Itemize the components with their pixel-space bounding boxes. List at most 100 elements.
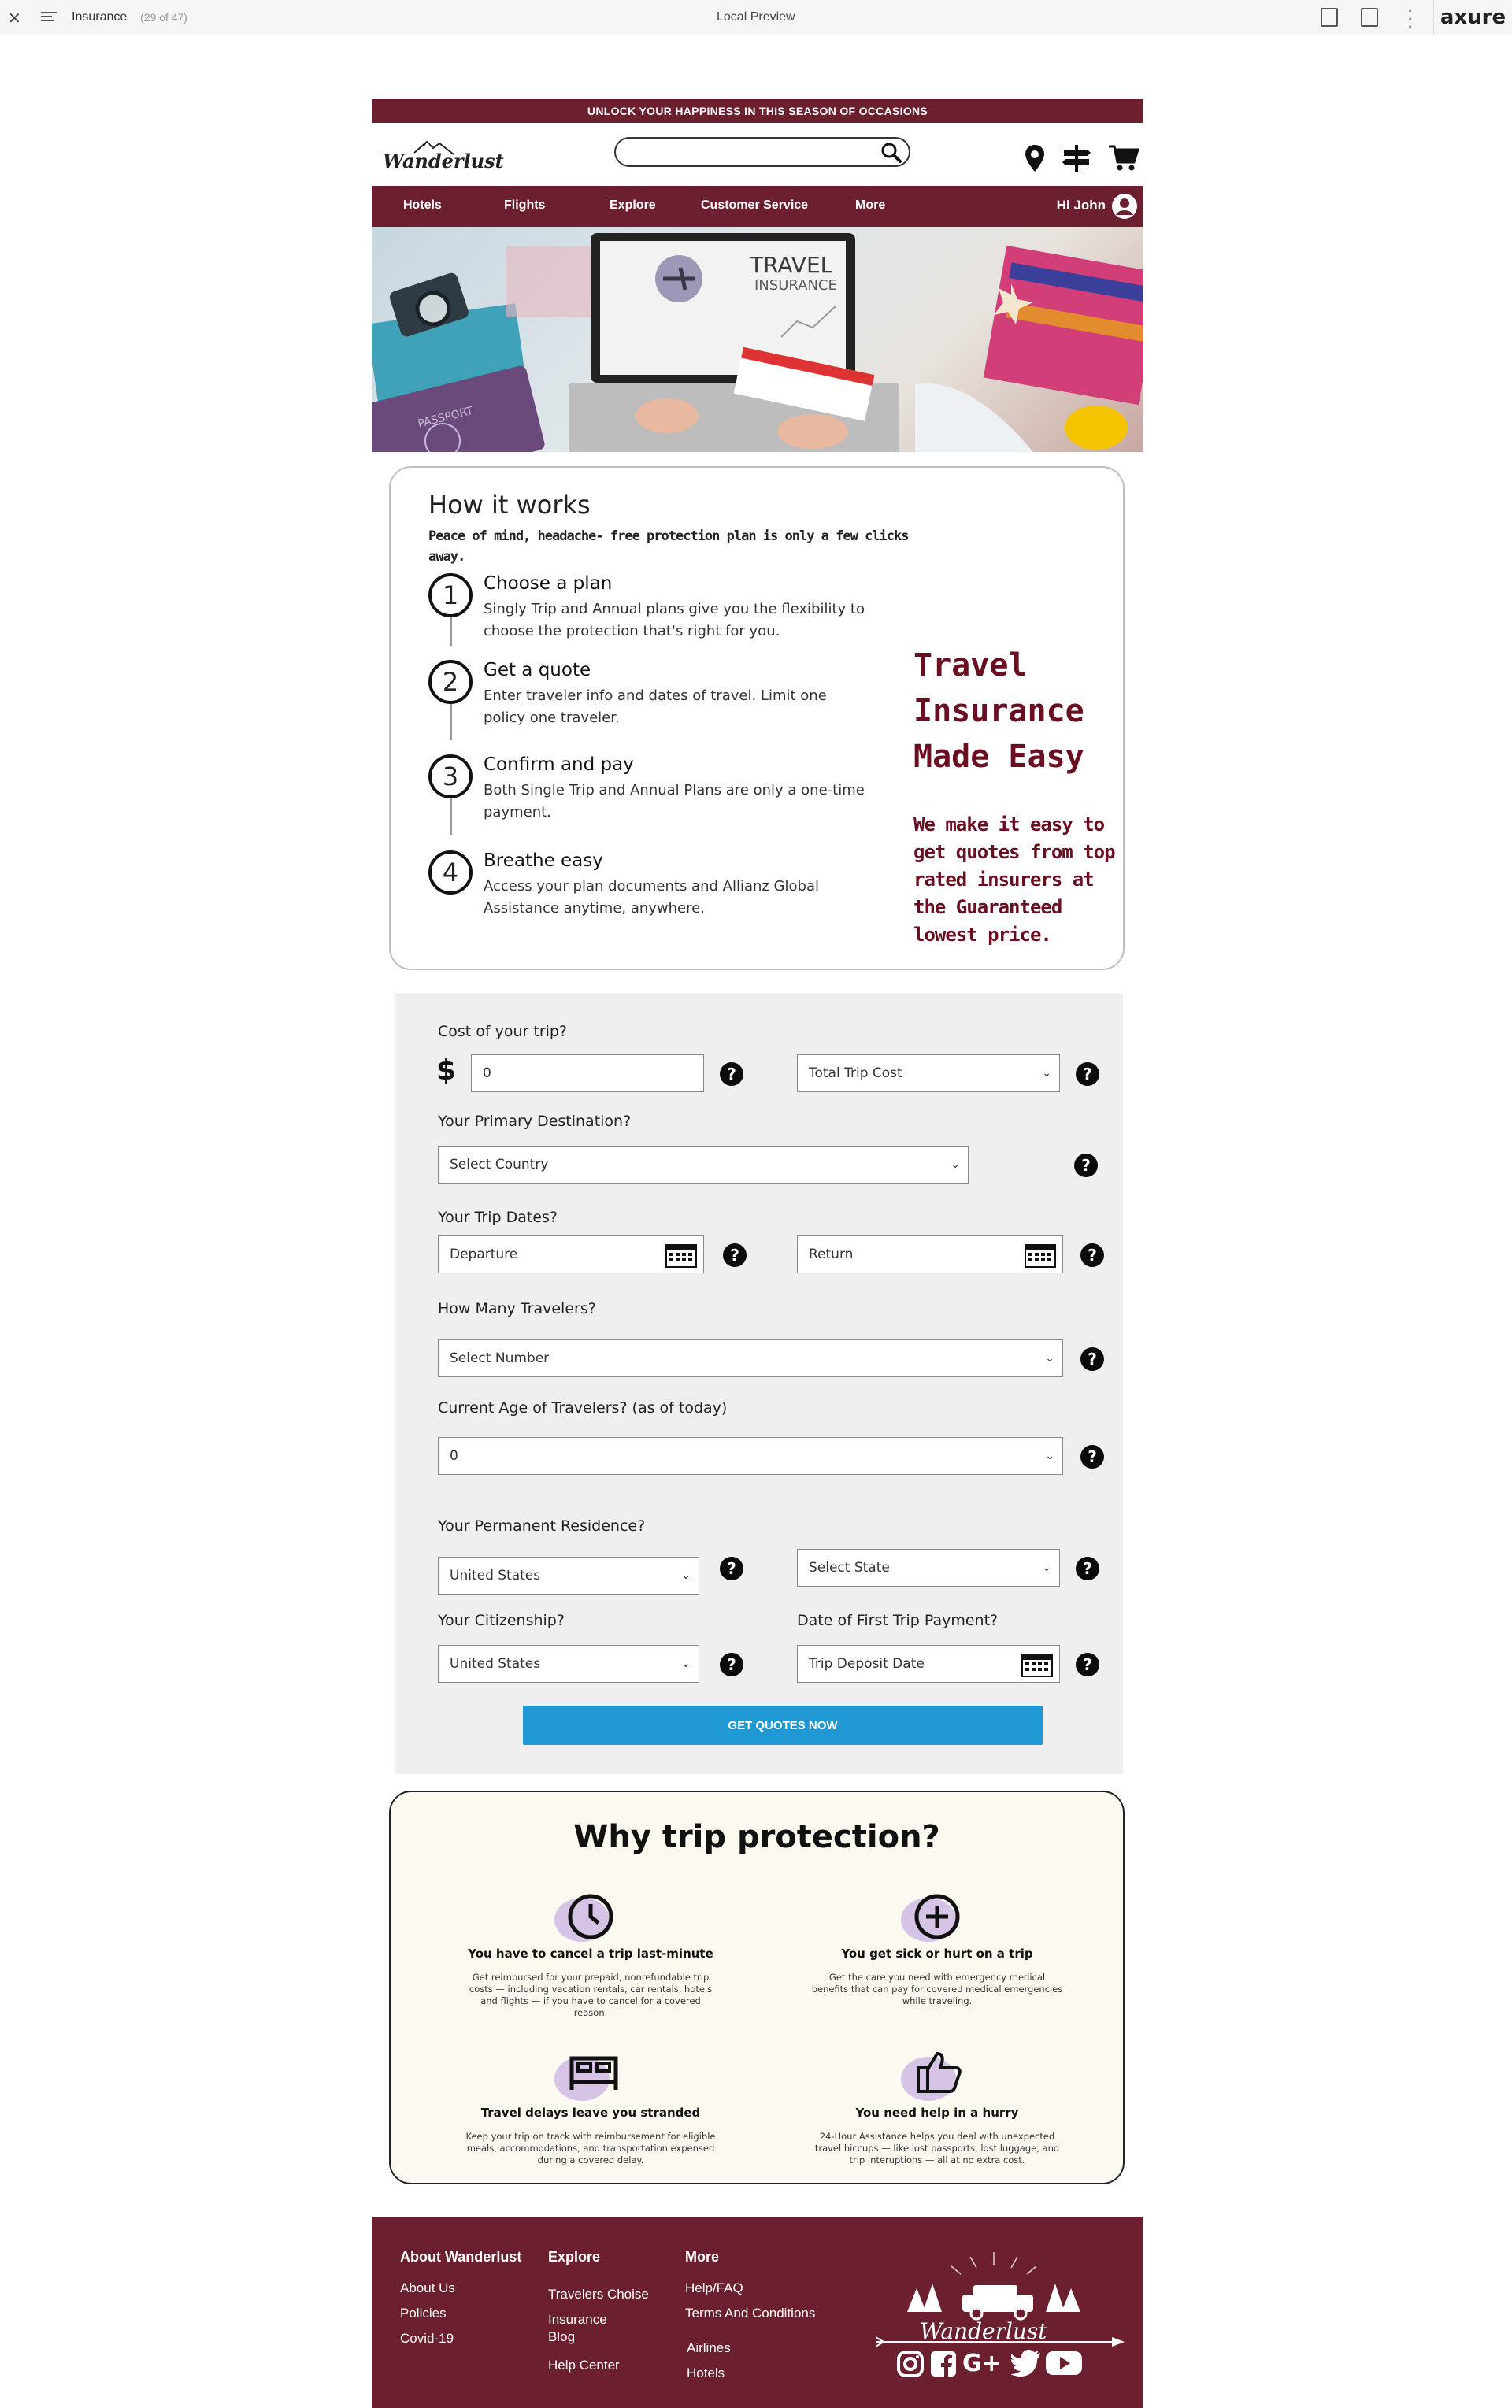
car-trees-logo-icon: Wanderlust: [875, 2252, 1125, 2347]
user-greeting[interactable]: Hi John: [1057, 198, 1106, 213]
website: UNLOCK YOUR HAPPINESS IN THIS SEASON OF …: [372, 99, 1143, 2408]
quote-form: Cost of your trip? $ 0 ? Total Trip Cost…: [395, 993, 1123, 1774]
feature-title: You get sick or hurt on a trip: [841, 1947, 1033, 1961]
footer-explore-title: Explore: [548, 2249, 601, 2265]
nav-customer-service[interactable]: Customer Service: [701, 198, 808, 213]
departure-date-input[interactable]: Departure: [438, 1235, 704, 1273]
get-quotes-button[interactable]: GET QUOTES NOW: [523, 1706, 1043, 1745]
help-icon[interactable]: ?: [1074, 1154, 1098, 1177]
state-value: Select State: [809, 1560, 890, 1576]
user-avatar-icon[interactable]: [1112, 194, 1137, 219]
travel-insurance-illustration: PASSPORT TRAVEL INSURANCE: [372, 233, 1143, 452]
help-icon[interactable]: ?: [1076, 1557, 1099, 1580]
hero-subheading: INSURANCE: [754, 277, 837, 294]
calendar-icon[interactable]: [665, 1243, 697, 1268]
bed-icon: [551, 2046, 630, 2101]
residence-select[interactable]: United States ⌄: [438, 1557, 699, 1595]
calendar-icon[interactable]: [1021, 1652, 1053, 1677]
help-icon[interactable]: ?: [720, 1062, 743, 1086]
search-icon[interactable]: [880, 142, 902, 164]
site-header: Wanderlust: [372, 123, 1143, 186]
dates-label: Your Trip Dates?: [438, 1209, 558, 1226]
cost-type-select[interactable]: Total Trip Cost ⌄: [797, 1054, 1060, 1092]
footer-link-about-us[interactable]: About Us: [400, 2280, 455, 2296]
help-icon[interactable]: ?: [720, 1653, 743, 1676]
facebook-icon[interactable]: [929, 2350, 958, 2382]
menu-icon[interactable]: [41, 9, 57, 25]
feature-help: You need help in a hurry 24-Hour Assista…: [788, 2046, 1087, 2166]
help-icon[interactable]: ?: [1080, 1243, 1104, 1267]
feature-desc: Keep your trip on track with reimburseme…: [465, 2131, 716, 2165]
cost-input[interactable]: 0: [471, 1054, 704, 1092]
twitter-icon[interactable]: [1010, 2350, 1041, 2380]
age-select[interactable]: 0 ⌄: [438, 1437, 1063, 1475]
destination-select[interactable]: Select Country ⌄: [438, 1146, 969, 1184]
footer-link-terms[interactable]: Terms And Conditions: [685, 2306, 815, 2321]
footer-brand-name: Wanderlust: [920, 2318, 1047, 2344]
payment-date-input[interactable]: Trip Deposit Date: [797, 1645, 1060, 1683]
state-select[interactable]: Select State ⌄: [797, 1549, 1060, 1587]
signpost-icon[interactable]: [1062, 145, 1091, 175]
step-title: Breathe easy: [484, 850, 603, 871]
footer-link-travelers-choise[interactable]: Travelers Choise: [548, 2287, 649, 2302]
dollar-icon: $: [436, 1054, 457, 1087]
help-icon[interactable]: ?: [1080, 1347, 1104, 1371]
footer-link-covid[interactable]: Covid-19: [400, 2331, 454, 2347]
preview-toolbar: ✕ Insurance (29 of 47) Local Preview · · ·…: [0, 0, 1512, 35]
step-title: Choose a plan: [484, 573, 613, 594]
footer-link-hotels[interactable]: Hotels: [687, 2365, 724, 2381]
feature-desc: 24-Hour Assistance helps you deal with u…: [814, 2131, 1060, 2165]
footer-link-help-center[interactable]: Help Center: [548, 2358, 620, 2373]
feature-desc: Get reimbursed for your prepaid, nonrefu…: [469, 1972, 713, 2018]
page-count: (29 of 47): [140, 11, 187, 24]
help-icon[interactable]: ?: [720, 1557, 743, 1580]
nav-hotels[interactable]: Hotels: [403, 198, 442, 213]
feature-title: You need help in a hurry: [855, 2106, 1019, 2120]
footer-link-blog[interactable]: Blog: [548, 2329, 575, 2345]
nav-more[interactable]: More: [855, 198, 885, 213]
help-icon[interactable]: ?: [1080, 1445, 1104, 1469]
residence-label: Your Permanent Residence?: [438, 1517, 646, 1535]
inspect-icon[interactable]: [1361, 8, 1378, 27]
feature-title: Travel delays leave you stranded: [480, 2106, 701, 2120]
more-options-icon[interactable]: · · ·: [1407, 2, 1413, 35]
close-icon[interactable]: ✕: [8, 9, 21, 28]
shopping-cart-icon[interactable]: [1109, 145, 1140, 175]
footer-link-insurance[interactable]: Insurance: [548, 2312, 607, 2328]
age-label: Current Age of Travelers? (as of today): [438, 1399, 728, 1417]
cost-label: Cost of your trip?: [438, 1023, 568, 1040]
help-icon[interactable]: ?: [723, 1243, 747, 1267]
cost-type-value: Total Trip Cost: [809, 1065, 902, 1081]
footer-link-policies[interactable]: Policies: [400, 2306, 447, 2321]
google-plus-icon[interactable]: G+: [962, 2350, 1002, 2377]
travelers-select[interactable]: Select Number ⌄: [438, 1339, 1063, 1377]
notes-icon[interactable]: [1321, 8, 1338, 27]
brand-name: Wanderlust: [383, 150, 504, 172]
help-icon[interactable]: ?: [1076, 1653, 1099, 1676]
search-input[interactable]: [628, 139, 880, 164]
axure-logo: axure: [1433, 0, 1512, 35]
footer-link-airlines[interactable]: Airlines: [687, 2340, 731, 2356]
footer-about-title: About Wanderlust: [400, 2249, 522, 2265]
feature-cancel: You have to cancel a trip last-minute Ge…: [441, 1887, 740, 2019]
site-footer: About Wanderlust About Us Policies Covid…: [372, 2217, 1143, 2408]
citizenship-select[interactable]: United States ⌄: [438, 1645, 699, 1683]
instagram-icon[interactable]: [896, 2350, 925, 2382]
hero-image: PASSPORT TRAVEL INSURANCE: [372, 227, 1143, 452]
feature-desc: Get the care you need with emergency med…: [811, 1972, 1063, 2006]
chevron-down-icon: ⌄: [681, 1569, 691, 1582]
nav-explore[interactable]: Explore: [610, 198, 656, 213]
payment-date-value: Trip Deposit Date: [809, 1656, 925, 1672]
tagline-title: Travel Insurance Made Easy: [914, 647, 1084, 775]
return-date-input[interactable]: Return: [797, 1235, 1063, 1273]
nav-flights[interactable]: Flights: [504, 198, 545, 213]
help-icon[interactable]: ?: [1076, 1062, 1099, 1086]
location-pin-icon[interactable]: [1025, 145, 1044, 175]
main-nav: Hotels Flights Explore Customer Service …: [372, 186, 1143, 227]
calendar-icon[interactable]: [1025, 1243, 1056, 1268]
step-number: 1: [428, 573, 472, 617]
youtube-icon[interactable]: [1046, 2350, 1082, 2380]
brand-logo[interactable]: Wanderlust: [383, 139, 504, 174]
footer-link-help-faq[interactable]: Help/FAQ: [685, 2280, 743, 2296]
step-number: 3: [428, 754, 472, 798]
